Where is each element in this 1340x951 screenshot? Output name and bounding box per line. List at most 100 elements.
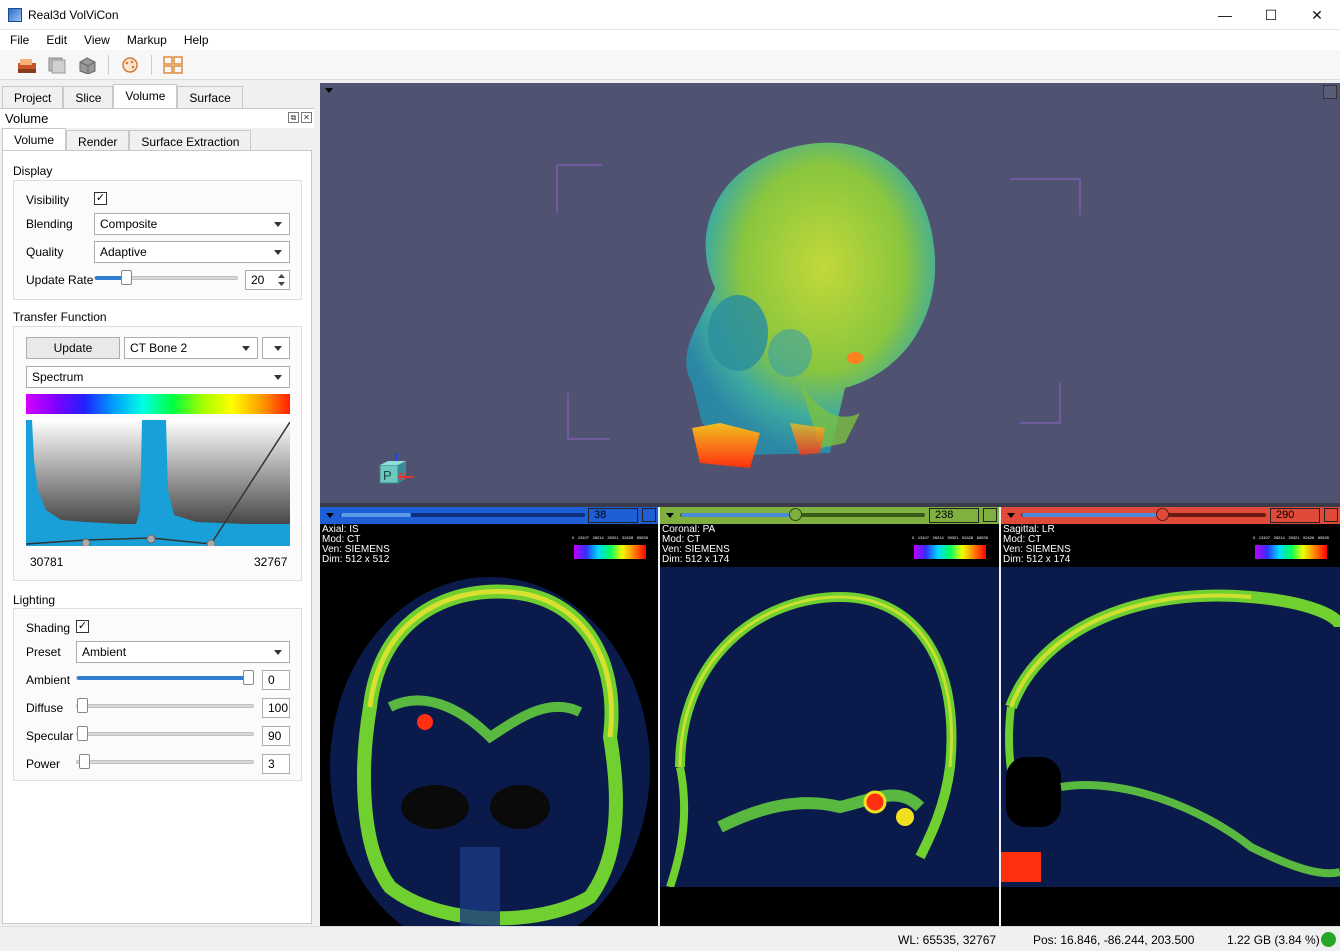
coronal-slice-slider[interactable] <box>680 508 925 521</box>
sagittal-slice-header: 290 <box>1001 507 1340 524</box>
blending-select[interactable]: Composite <box>94 213 290 235</box>
axial-colorbar <box>574 545 646 559</box>
blending-label: Blending <box>26 217 73 231</box>
update-rate-slider[interactable] <box>94 270 238 285</box>
coronal-colorbar <box>914 545 986 559</box>
shading-checkbox[interactable]: ✓ <box>76 620 89 633</box>
subtab-volume[interactable]: Volume <box>2 128 67 152</box>
slider-handle[interactable] <box>79 754 90 769</box>
axial-info: Axial: IS Mod: CT Ven: SIEMENS Dim: 512 x 5… <box>322 524 390 565</box>
transfer-function-section-label: Transfer Function <box>13 310 107 324</box>
sagittal-slice-slider[interactable] <box>1021 508 1266 521</box>
ambient-slider[interactable] <box>76 670 254 685</box>
menu-help[interactable]: Help <box>174 33 216 47</box>
axial-slice-view[interactable]: 38 Axial: IS Mod: CT Ven: SIEMENS Dim: 512 … <box>320 507 658 926</box>
sagittal-slice-number[interactable]: 290 <box>1270 508 1320 523</box>
axial-colorbar-ticks: 0 13107 26214 39321 52428 65535 <box>572 535 648 540</box>
tf-range-max: 32767 <box>254 555 288 569</box>
visibility-checkbox[interactable]: ✓ <box>94 192 107 205</box>
ambient-label: Ambient <box>26 673 71 687</box>
transfer-function-editor[interactable] <box>26 420 290 546</box>
tf-range-min: 30781 <box>30 555 64 569</box>
power-input[interactable]: 3 <box>262 754 290 774</box>
specular-label: Specular <box>26 729 74 743</box>
tab-volume[interactable]: Volume <box>113 84 178 108</box>
specular-slider[interactable] <box>76 726 254 741</box>
maximize-button[interactable]: ☐ <box>1248 0 1294 30</box>
subtab-render[interactable]: Render <box>66 130 130 152</box>
tab-project[interactable]: Project <box>2 86 64 108</box>
float-icon[interactable]: ⧉ <box>288 112 299 123</box>
chevron-down-icon <box>242 346 250 351</box>
power-slider[interactable] <box>76 754 254 769</box>
axial-slice-header: 38 <box>320 507 658 524</box>
colormap-select[interactable]: Spectrum <box>26 366 290 388</box>
slider-handle[interactable] <box>77 726 88 741</box>
menu-markup[interactable]: Markup <box>117 33 174 47</box>
open-volume-icon[interactable] <box>16 54 38 76</box>
menu-edit[interactable]: Edit <box>36 33 74 47</box>
coronal-slice-view[interactable]: 238 Coronal: PA Mod: CT Ven: SIEMENS Dim: 5… <box>660 507 999 926</box>
app-icon <box>8 7 22 22</box>
quality-label: Quality <box>26 245 64 259</box>
update-rate-spinbox[interactable]: 20 <box>245 270 290 290</box>
view-menu-icon[interactable] <box>666 513 674 518</box>
coronal-slice-number[interactable]: 238 <box>929 508 979 523</box>
position-readout: Pos: 16.846, -86.244, 203.500 <box>1033 933 1195 947</box>
preset-label: Preset <box>26 645 61 659</box>
power-label: Power <box>26 757 61 771</box>
update-rate-label: Update Rate <box>26 273 94 287</box>
maximize-view-icon[interactable] <box>983 508 997 522</box>
transfer-function-group: Update CT Bone 2 Spectrum 30781 32767 <box>13 326 302 581</box>
colormap-gradient <box>26 394 290 414</box>
tf-menu-button[interactable] <box>262 337 290 359</box>
volume-cube-icon[interactable] <box>76 54 98 76</box>
update-button[interactable]: Update <box>26 337 120 359</box>
window-title: Real3d VolViCon <box>28 7 119 22</box>
menu-view[interactable]: View <box>74 33 117 47</box>
close-button[interactable]: ✕ <box>1294 0 1340 30</box>
lighting-group: Shading ✓ Preset Ambient Ambient 0 Diffu… <box>13 608 302 781</box>
tab-surface[interactable]: Surface <box>177 86 243 108</box>
volume-3d-view[interactable]: P R <box>320 83 1340 503</box>
axial-slice-number[interactable]: 38 <box>588 508 638 523</box>
lighting-preset-select[interactable]: Ambient <box>76 641 290 663</box>
slider-handle[interactable] <box>121 270 132 285</box>
sagittal-slice-view[interactable]: 290 Sagittal: LR Mod: CT Ven: SIEMENS Dim: … <box>1001 507 1340 926</box>
dock-title: Volume <box>5 111 49 126</box>
slider-handle[interactable] <box>77 698 88 713</box>
sagittal-colorbar <box>1255 545 1327 559</box>
specular-input[interactable]: 90 <box>262 726 290 746</box>
color-palette-icon[interactable] <box>119 54 141 76</box>
display-group: Visibility ✓ Blending Composite Quality … <box>13 180 302 300</box>
menu-file[interactable]: File <box>0 33 36 47</box>
tf-preset-select[interactable]: CT Bone 2 <box>124 337 258 359</box>
slider-handle[interactable] <box>1156 508 1169 521</box>
maximize-view-icon[interactable] <box>1324 508 1338 522</box>
sagittal-slice-image <box>1001 567 1340 926</box>
slider-handle[interactable] <box>243 670 254 685</box>
tab-slice[interactable]: Slice <box>63 86 114 108</box>
status-bar: WL: 65535, 32767 Pos: 16.846, -86.244, 2… <box>0 926 1340 951</box>
view-menu-icon[interactable] <box>1007 513 1015 518</box>
ambient-input[interactable]: 0 <box>262 670 290 690</box>
coronal-info: Coronal: PA Mod: CT Ven: SIEMENS Dim: 512 x… <box>662 524 730 565</box>
maximize-view-icon[interactable] <box>642 508 656 522</box>
axial-slice-slider[interactable] <box>340 513 585 517</box>
slice-stack-icon[interactable] <box>46 54 68 76</box>
subtab-surface-extraction[interactable]: Surface Extraction <box>129 130 252 152</box>
diffuse-slider[interactable] <box>76 698 254 713</box>
minimize-button[interactable]: — <box>1202 0 1248 30</box>
slider-handle[interactable] <box>789 508 802 521</box>
orientation-cube-icon: P R <box>379 453 414 484</box>
layout-icon[interactable] <box>162 54 184 76</box>
quality-select[interactable]: Adaptive <box>94 241 290 263</box>
volume-settings-panel: Display Visibility ✓ Blending Composite … <box>2 150 312 924</box>
close-icon[interactable]: ✕ <box>301 112 312 123</box>
left-panel: Project Slice Volume Surface Volume ⧉ ✕ … <box>0 82 318 926</box>
view-menu-icon[interactable] <box>326 513 334 518</box>
chevron-down-icon <box>274 222 282 227</box>
visibility-label: Visibility <box>26 193 70 207</box>
diffuse-input[interactable]: 100 <box>262 698 290 718</box>
svg-text:R: R <box>399 472 406 483</box>
